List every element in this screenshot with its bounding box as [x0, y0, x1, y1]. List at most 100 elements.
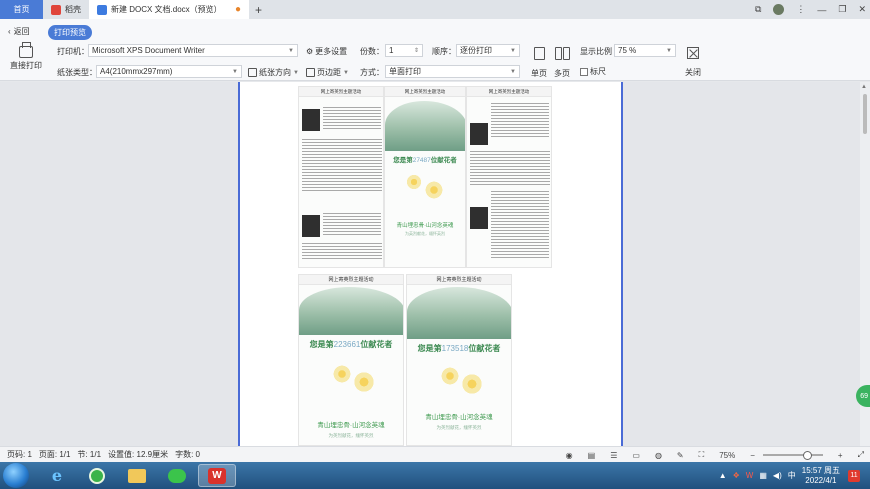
tab-home[interactable]: 首页: [0, 0, 43, 19]
gear-icon: ⚙: [306, 47, 314, 56]
fullscreen-icon[interactable]: ⤢: [858, 450, 864, 460]
window-controls: ⧉ ⋮ — ❐ ✕: [755, 0, 866, 19]
multi-page-icon: [554, 47, 570, 60]
flower-panel-bottom-left: 网上寄英烈主题活动 您是第223661位献花者 青山埋忠骨·山河念英魂 为英烈献…: [298, 274, 404, 446]
restore-icon[interactable]: ❐: [838, 4, 846, 15]
zoom-percent[interactable]: 75%: [719, 451, 735, 460]
chevron-down-icon: ▼: [343, 69, 349, 76]
ie-taskbar-button[interactable]: e: [38, 464, 76, 487]
scroll-up-icon[interactable]: ▲: [861, 84, 867, 90]
printer-select[interactable]: Microsoft XPS Document Writer ▼: [88, 44, 298, 57]
page-view-icon[interactable]: ▤: [588, 451, 596, 460]
landscape-image: [407, 287, 511, 339]
ruler-checkbox[interactable]: 标尺: [580, 66, 606, 77]
orientation-button[interactable]: 纸张方向 ▼: [248, 67, 299, 78]
wps-tray-icon[interactable]: W: [746, 471, 754, 480]
wps-icon: W: [208, 467, 226, 484]
ime-icon[interactable]: 中: [788, 470, 796, 481]
flower-image: [421, 177, 447, 203]
back-button[interactable]: ‹ 返回: [8, 26, 30, 37]
slogan-text: 青山埋忠骨·山河念英魂: [317, 422, 385, 429]
hero-photo: [302, 215, 320, 237]
chevron-down-icon: ▼: [510, 68, 516, 75]
wechat-taskbar-button[interactable]: [158, 464, 196, 487]
mode-label: 方式：: [360, 68, 384, 77]
sub-text: 为英烈献花，缅怀英烈: [405, 231, 445, 236]
article-panel-right: 网上寄英烈主题活动: [466, 86, 552, 268]
chevron-left-icon: ‹: [8, 27, 11, 36]
more-settings-label: 更多设置: [315, 47, 348, 56]
flower-image: [457, 369, 487, 399]
tab-bar: 首页 稻壳 新建 DOCX 文档.docx（预览） ● + ⧉ ⋮ — ❐ ✕: [0, 0, 870, 19]
zoom-slider[interactable]: [762, 451, 823, 460]
network-icon[interactable]: ▦: [759, 471, 767, 480]
printer-icon: [19, 42, 33, 58]
zoom-select[interactable]: 75 % ▼: [614, 44, 676, 57]
flower-count-text: 您是第223661位献花者: [299, 339, 403, 350]
zoom-out-icon[interactable]: −: [750, 451, 755, 460]
setting-value: 设置值: 12.9厘米: [108, 450, 169, 459]
article-text: [491, 191, 549, 260]
start-button[interactable]: [3, 463, 29, 488]
paper-select[interactable]: A4(210mmx297mm) ▼: [96, 65, 242, 78]
document-page: 网上寄英烈主题活动 网上寄英烈主题活动 您是第27487位献花者 青山埋忠骨·山…: [238, 82, 623, 446]
order-label: 顺序：: [432, 47, 456, 56]
checkbox-icon: [580, 67, 588, 76]
show-hidden-icon[interactable]: ▲: [719, 471, 727, 480]
stepper-icon: ⇕: [413, 48, 419, 54]
layout-icon[interactable]: ⧉: [755, 4, 761, 15]
clock[interactable]: 15:57 周五 2022/4/1: [802, 466, 840, 486]
article-panel-left: 网上寄英烈主题活动: [298, 86, 384, 268]
direct-print-button[interactable]: 直接打印: [6, 42, 46, 71]
volume-icon[interactable]: ◀): [773, 471, 782, 480]
zoom-label: 显示比例: [580, 47, 612, 56]
chevron-down-icon: ▼: [510, 47, 516, 54]
count-suffix: 位献花者: [430, 157, 457, 164]
pen-icon[interactable]: ✎: [677, 451, 684, 460]
tab-document[interactable]: 新建 DOCX 文档.docx（预览） ●: [89, 0, 249, 19]
margins-button[interactable]: 页边距 ▼: [306, 67, 349, 78]
print-preview-badge: 打印预览: [48, 25, 92, 40]
book-view-icon[interactable]: ▭: [632, 451, 640, 460]
floating-badge[interactable]: 69: [856, 385, 870, 407]
print-toolbar: ‹ 返回 打印预览 直接打印 打印机： Microsoft XPS Docume…: [0, 19, 870, 81]
close-label: 关闭: [685, 68, 701, 77]
mode-select[interactable]: 单面打印 ▼: [385, 65, 520, 78]
count-suffix: 位献花者: [468, 344, 501, 353]
notification-badge[interactable]: 11: [848, 470, 860, 482]
copies-stepper[interactable]: 1 ⇕: [385, 44, 423, 57]
panel-header: 网上寄英烈主题活动: [299, 275, 403, 285]
new-tab-button[interactable]: +: [249, 0, 268, 19]
page-count: 页面: 1/1: [38, 450, 71, 459]
multi-page-label: 多页: [554, 69, 570, 78]
close-preview-button[interactable]: 关闭: [685, 47, 701, 78]
app-tray-icon[interactable]: ❖: [733, 471, 740, 480]
avatar[interactable]: [773, 4, 785, 15]
folder-icon: [128, 468, 146, 483]
wps-taskbar-button[interactable]: W: [198, 464, 236, 487]
eye-icon[interactable]: ◉: [566, 451, 573, 460]
landscape-image: [299, 287, 403, 335]
web-view-icon[interactable]: ◍: [655, 451, 662, 460]
sub-text: 为英烈献花，缅怀英烈: [328, 433, 374, 438]
zoom-in-icon[interactable]: +: [838, 451, 843, 460]
explorer-taskbar-button[interactable]: [118, 464, 156, 487]
scroll-thumb[interactable]: [863, 94, 867, 134]
order-select[interactable]: 逐份打印 ▼: [456, 44, 520, 57]
minimize-icon[interactable]: —: [817, 5, 826, 15]
sub-text: 为英烈献花，缅怀英烈: [436, 425, 482, 430]
close-window-icon[interactable]: ✕: [858, 4, 866, 15]
preview-area: 网上寄英烈主题活动 网上寄英烈主题活动 您是第27487位献花者 青山埋忠骨·山…: [0, 82, 870, 446]
more-settings-button[interactable]: ⚙ 更多设置: [306, 46, 347, 57]
tab-daoke[interactable]: 稻壳: [43, 0, 89, 19]
multi-page-button[interactable]: 多页: [554, 47, 570, 79]
orientation-icon: [248, 68, 257, 77]
browser-taskbar-button[interactable]: [78, 464, 116, 487]
menu-icon[interactable]: ⋮: [796, 4, 805, 15]
single-page-button[interactable]: 单页: [531, 47, 547, 79]
fit-icon[interactable]: ⛶: [699, 450, 705, 460]
single-page-icon: [533, 47, 545, 60]
count-suffix: 位献花者: [360, 340, 393, 349]
article-text: [302, 243, 382, 261]
list-view-icon[interactable]: ☰: [610, 451, 617, 460]
